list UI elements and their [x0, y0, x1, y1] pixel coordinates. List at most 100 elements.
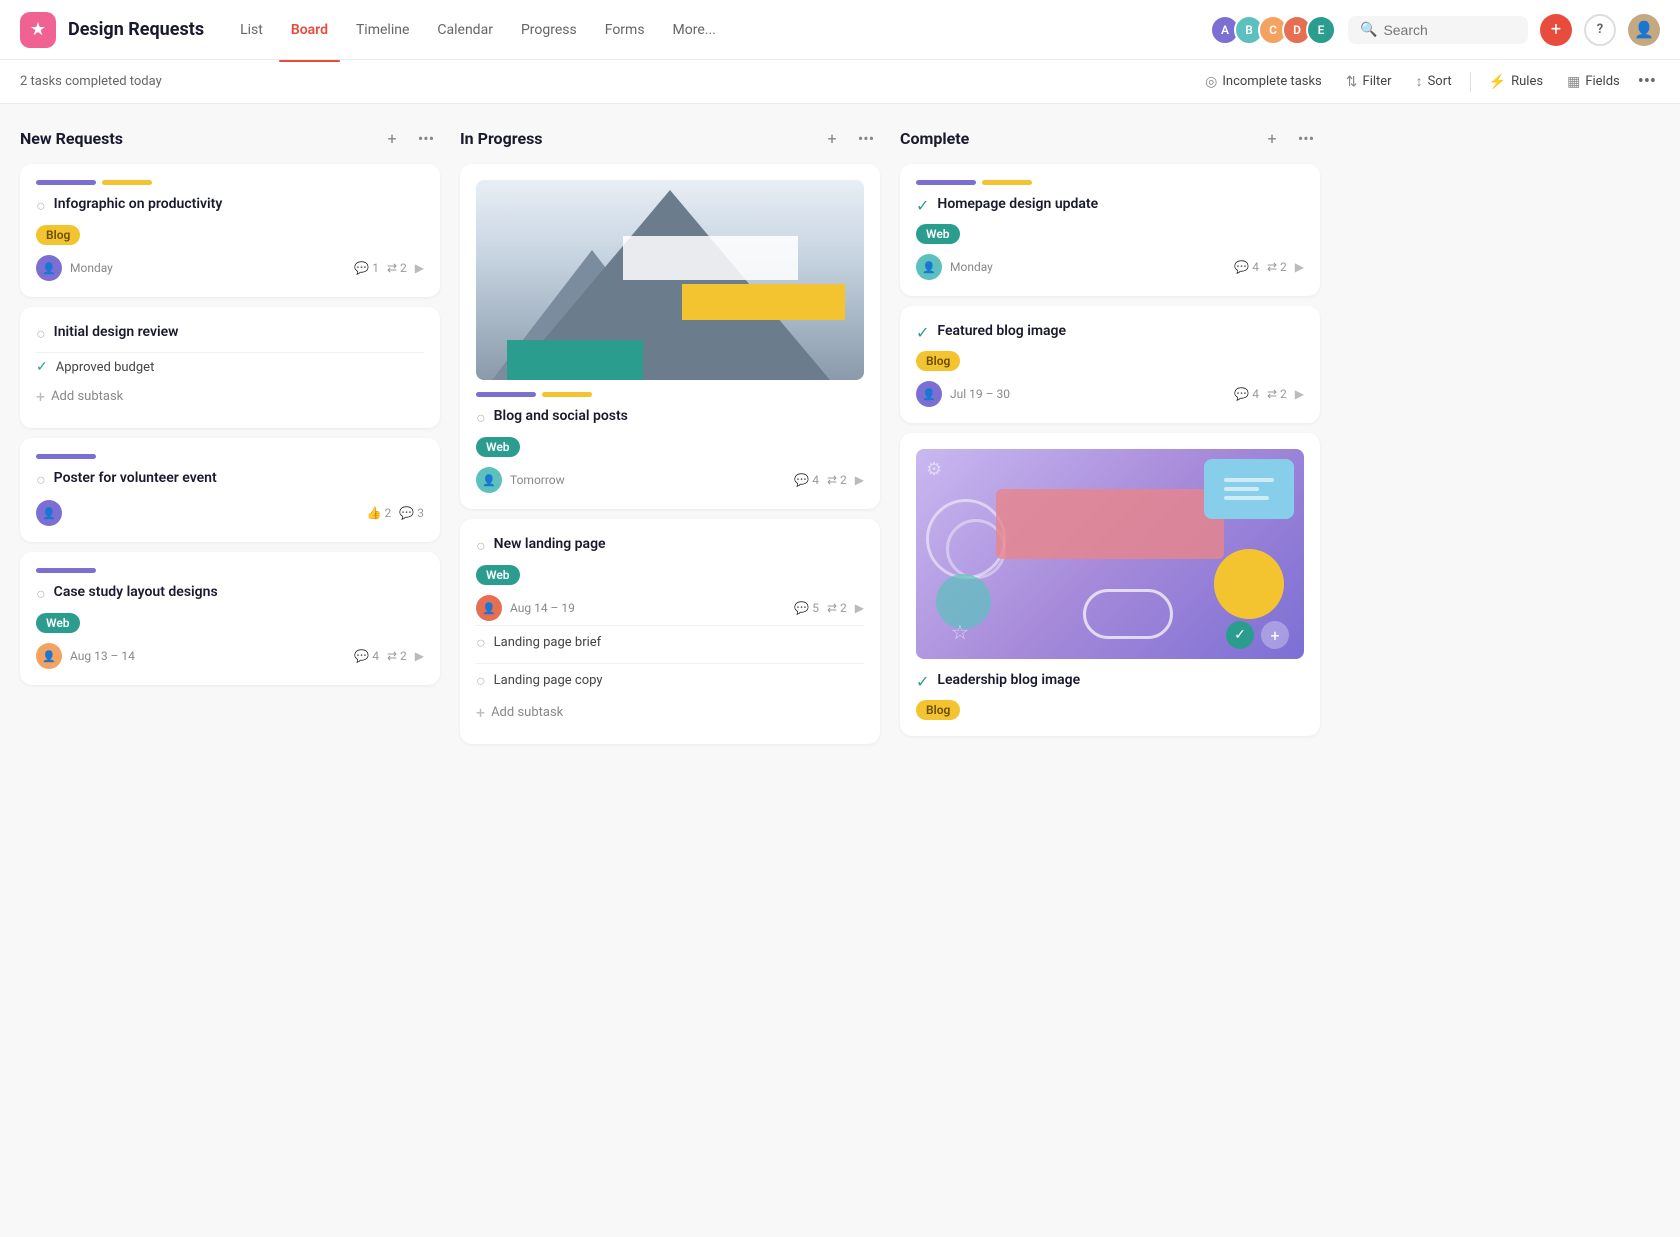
column-complete: Complete + ••• ✓ Homepage design update … — [900, 124, 1320, 746]
fields-button[interactable]: ▦ Fields — [1557, 69, 1630, 95]
card-meta-3: 👍 2 💬 3 — [367, 506, 424, 520]
comment-num-5: 4 — [812, 473, 819, 487]
tag-purple-5 — [476, 392, 536, 397]
column-more-button-new-requests[interactable]: ••• — [412, 124, 440, 152]
column-add-button-new-requests[interactable]: + — [378, 124, 406, 152]
card-avatar-3: 👤 — [36, 500, 62, 526]
tab-timeline[interactable]: Timeline — [344, 16, 421, 44]
check-icon-7: ✓ — [916, 196, 929, 215]
expand-arrow-6[interactable]: ▶ — [855, 601, 864, 615]
column-add-button-complete[interactable]: + — [1258, 124, 1286, 152]
expand-arrow-1[interactable]: ▶ — [415, 261, 424, 275]
rules-button[interactable]: ⚡ Rules — [1479, 69, 1553, 95]
column-more-button-complete[interactable]: ••• — [1292, 124, 1320, 152]
tab-progress[interactable]: Progress — [509, 16, 589, 44]
expand-arrow-7[interactable]: ▶ — [1295, 260, 1304, 274]
add-subtask-6[interactable]: + Add subtask — [476, 697, 864, 728]
subtask-check-6a: ○ — [476, 633, 486, 653]
help-button[interactable]: ? — [1584, 14, 1616, 46]
card-title-row-1: ○ Infographic on productivity — [36, 195, 424, 216]
card-footer-1: 👤 Monday 💬 1 ⇄ 2 ▶ — [36, 255, 424, 281]
subtask-row-1: ✓ Approved budget — [36, 352, 424, 381]
fields-label: Fields — [1585, 74, 1619, 89]
check-icon-6: ○ — [476, 536, 486, 556]
tag-purple-7 — [916, 180, 976, 185]
add-button[interactable]: + — [1540, 14, 1572, 46]
app-star-icon: ★ — [30, 19, 46, 40]
card-meta-7: 💬 4 ⇄ 2 ▶ — [1234, 260, 1304, 274]
card-meta-1: 💬 1 ⇄ 2 ▶ — [354, 261, 424, 275]
comment-count-3: 💬 3 — [399, 506, 424, 520]
comment-icon-4: 💬 — [354, 649, 369, 663]
add-subtask-1[interactable]: + Add subtask — [36, 381, 424, 412]
subtask-icon-1: ⇄ — [387, 261, 397, 275]
dp-blue-rect — [1204, 459, 1294, 519]
card-title-4[interactable]: Case study layout designs — [54, 583, 218, 603]
comment-count-6: 💬 5 — [794, 601, 819, 615]
sort-button[interactable]: ↕ Sort — [1406, 68, 1462, 95]
column-header-new-requests: New Requests + ••• — [20, 124, 440, 152]
badge-web-4[interactable]: Web — [36, 613, 80, 633]
comment-num-4: 4 — [372, 649, 379, 663]
card-case-study: ○ Case study layout designs Web 👤 Aug 13… — [20, 552, 440, 685]
column-title-in-progress: In Progress — [460, 129, 818, 148]
incomplete-tasks-button[interactable]: ◎ Incomplete tasks — [1195, 69, 1332, 95]
comment-num-7: 4 — [1252, 260, 1259, 274]
comment-num-8: 4 — [1252, 387, 1259, 401]
badge-blog-9[interactable]: Blog — [916, 700, 960, 720]
card-title-6[interactable]: New landing page — [494, 535, 606, 555]
add-subtask-icon-6: + — [476, 703, 485, 722]
search-input[interactable] — [1383, 22, 1516, 38]
card-title-row-4: ○ Case study layout designs — [36, 583, 424, 604]
tag-yellow-7 — [982, 180, 1032, 185]
column-more-button-in-progress[interactable]: ••• — [852, 124, 880, 152]
badge-blog-8[interactable]: Blog — [916, 351, 960, 371]
tab-board[interactable]: Board — [279, 16, 340, 44]
check-icon-4: ○ — [36, 584, 46, 604]
badge-web-6[interactable]: Web — [476, 565, 520, 585]
badge-web-7[interactable]: Web — [916, 224, 960, 244]
user-avatar[interactable]: 👤 — [1628, 14, 1660, 46]
fields-icon: ▦ — [1567, 74, 1580, 90]
card-blog-social: ○ Blog and social posts Web 👤 Tomorrow 💬… — [460, 164, 880, 509]
dp-star-icon: ☆ — [951, 620, 969, 644]
card-title-3[interactable]: Poster for volunteer event — [54, 469, 217, 489]
card-title-8[interactable]: Featured blog image — [937, 322, 1066, 342]
check-icon-2: ○ — [36, 324, 46, 344]
tab-list[interactable]: List — [228, 16, 275, 44]
card-title-1[interactable]: Infographic on productivity — [54, 195, 223, 215]
comment-icon-8: 💬 — [1234, 387, 1249, 401]
badge-blog-1[interactable]: Blog — [36, 225, 80, 245]
expand-arrow-4[interactable]: ▶ — [415, 649, 424, 663]
comment-count-5: 💬 4 — [794, 473, 819, 487]
card-title-5[interactable]: Blog and social posts — [494, 407, 628, 427]
comment-count-1: 💬 1 — [354, 261, 379, 275]
nav-tabs: List Board Timeline Calendar Progress Fo… — [228, 16, 1210, 44]
card-date-5: Tomorrow — [510, 473, 786, 487]
dp-line-2 — [1224, 487, 1259, 491]
dp-check-button[interactable]: ✓ — [1226, 621, 1254, 649]
subtask-num-8: 2 — [1280, 387, 1287, 401]
badge-web-5[interactable]: Web — [476, 437, 520, 457]
tab-more[interactable]: More... — [661, 16, 728, 44]
card-title-9[interactable]: Leadership blog image — [937, 671, 1080, 691]
filter-button[interactable]: ⇅ Filter — [1336, 69, 1402, 95]
search-box[interactable]: 🔍 — [1348, 16, 1528, 44]
expand-arrow-8[interactable]: ▶ — [1295, 387, 1304, 401]
card-title-row-9: ✓ Leadership blog image — [916, 671, 1304, 691]
card-date-4: Aug 13 – 14 — [70, 649, 346, 663]
dp-plus-button[interactable]: + — [1261, 621, 1289, 649]
expand-arrow-5[interactable]: ▶ — [855, 473, 864, 487]
tab-calendar[interactable]: Calendar — [425, 16, 505, 44]
column-add-button-in-progress[interactable]: + — [818, 124, 846, 152]
filter-label: Filter — [1363, 74, 1392, 89]
subtask-count-1: ⇄ 2 — [387, 261, 407, 275]
more-options-button[interactable]: ••• — [1634, 67, 1660, 96]
subtask-count-4: ⇄ 2 — [387, 649, 407, 663]
tab-forms[interactable]: Forms — [593, 16, 657, 44]
like-count-3: 👍 2 — [367, 506, 392, 520]
card-title-2[interactable]: Initial design review — [54, 323, 179, 343]
column-header-complete: Complete + ••• — [900, 124, 1320, 152]
column-title-new-requests: New Requests — [20, 129, 378, 148]
card-title-7[interactable]: Homepage design update — [937, 195, 1098, 215]
